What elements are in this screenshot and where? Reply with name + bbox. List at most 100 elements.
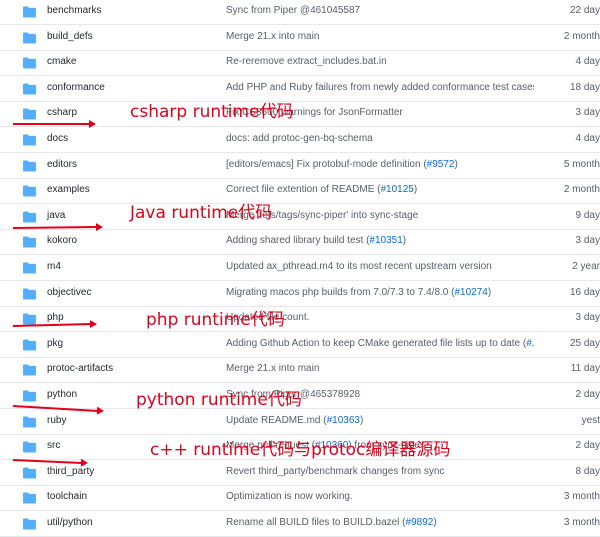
folder-icon bbox=[23, 467, 36, 479]
pull-request-link[interactable]: #9572 bbox=[427, 159, 455, 170]
annotation-label: c++ runtime代码与protoc编译器源码 bbox=[150, 440, 451, 460]
commit-date: 2 day bbox=[575, 440, 600, 452]
table-row[interactable]: php Updated file count. 3 day bbox=[0, 307, 600, 333]
folder-icon bbox=[23, 518, 36, 530]
commit-date: 22 day bbox=[569, 5, 600, 16]
commit-message-text: Adding shared library build test ( bbox=[226, 235, 370, 247]
file-name-link[interactable]: m4 bbox=[47, 261, 61, 272]
commit-message-suffix: ) bbox=[402, 235, 407, 247]
file-name-link[interactable]: protoc-artifacts bbox=[47, 363, 113, 374]
commit-date: 2 year bbox=[572, 261, 600, 272]
pull-request-link[interactable]: #... bbox=[526, 338, 534, 349]
pull-request-link[interactable]: #10363 bbox=[327, 415, 360, 426]
table-row[interactable]: cmake Re-reremove extract_includes.bat.in… bbox=[0, 51, 600, 77]
commit-message-link[interactable]: [editors/emacs] Fix protobuf-mode defini… bbox=[226, 159, 458, 170]
folder-icon bbox=[23, 390, 36, 402]
commit-message-text: Migrating macos php builds from 7.0/7.3 … bbox=[226, 286, 455, 298]
commit-message-link[interactable]: Re-reremove extract_includes.bat.in bbox=[226, 56, 387, 67]
commit-message-link[interactable]: Migrating macos php builds from 7.0/7.3 … bbox=[226, 287, 491, 298]
commit-message-link[interactable]: Merge 21.x into main bbox=[226, 363, 319, 374]
file-name-link[interactable]: docs bbox=[47, 133, 68, 144]
commit-message-link[interactable]: Update README.md (#10363) bbox=[226, 415, 363, 426]
commit-date: 16 day bbox=[569, 286, 600, 298]
commit-message-link[interactable]: Correct file extention of README (#10125… bbox=[226, 184, 417, 195]
commit-message-link[interactable]: Adding shared library build test (#10351… bbox=[226, 235, 406, 246]
folder-icon bbox=[23, 339, 36, 351]
file-name-link[interactable]: conformance bbox=[47, 82, 105, 93]
file-name-link[interactable]: benchmarks bbox=[47, 5, 101, 16]
folder-icon bbox=[23, 313, 36, 325]
folder-icon bbox=[23, 416, 36, 428]
table-row[interactable]: build_defs Merge 21.x into main 2 month bbox=[0, 26, 600, 51]
file-name-link[interactable]: objectivec bbox=[47, 287, 91, 298]
file-name-link[interactable]: src bbox=[47, 440, 60, 451]
table-row[interactable]: util/python Rename all BUILD files to BUI… bbox=[0, 512, 600, 537]
table-row[interactable]: ruby Update README.md (#10363) yest bbox=[0, 410, 600, 435]
commit-message-text: Add PHP and Ruby failures from newly add… bbox=[226, 81, 534, 93]
folder-icon bbox=[23, 6, 36, 18]
commit-message-text: Updated ax_pthread.m4 to its most recent… bbox=[226, 261, 492, 272]
commit-message-text: Rename all BUILD files to BUILD.bazel ( bbox=[226, 517, 406, 528]
file-name-link[interactable]: java bbox=[47, 210, 65, 221]
commit-message-link[interactable]: Adding Github Action to keep CMake gener… bbox=[226, 338, 534, 349]
commit-message-text: Correct file extention of README ( bbox=[226, 184, 381, 196]
file-name-link[interactable]: csharp bbox=[47, 107, 77, 118]
commit-message-link[interactable]: Updated ax_pthread.m4 to its most recent… bbox=[226, 261, 492, 272]
file-name-link[interactable]: util/python bbox=[47, 517, 93, 528]
table-row[interactable]: kokoro Adding shared library build test (… bbox=[0, 230, 600, 256]
table-row[interactable]: conformance Add PHP and Ruby failures fro… bbox=[0, 77, 600, 102]
table-row[interactable]: pkg Adding Github Action to keep CMake ge… bbox=[0, 333, 600, 358]
commit-message-link[interactable]: Sync from Piper @461045587 bbox=[226, 5, 360, 16]
pull-request-link[interactable]: #10125 bbox=[381, 184, 414, 195]
pull-request-link[interactable]: #10351 bbox=[369, 235, 402, 246]
file-name-link[interactable]: third_party bbox=[47, 466, 94, 477]
commit-message-suffix: ) bbox=[433, 517, 437, 528]
table-row[interactable]: objectivec Migrating macos php builds fro… bbox=[0, 282, 600, 307]
commit-message-suffix: ) bbox=[359, 414, 364, 426]
annotation-label: python runtime代码 bbox=[136, 390, 302, 410]
commit-message-link[interactable]: docs: add protoc-gen-bq-schema bbox=[226, 133, 373, 144]
file-name-link[interactable]: examples bbox=[47, 184, 90, 195]
file-name-link[interactable]: pkg bbox=[47, 338, 63, 349]
commit-date: 4 day bbox=[575, 56, 600, 68]
file-name-link[interactable]: cmake bbox=[47, 56, 76, 67]
file-name-link[interactable]: php bbox=[47, 312, 64, 323]
annotation-label: csharp runtime代码 bbox=[130, 102, 294, 122]
table-row[interactable]: toolchain Optimization is now working. 3 m… bbox=[0, 486, 600, 512]
file-name-link[interactable]: kokoro bbox=[47, 235, 77, 246]
pull-request-link[interactable]: #9892 bbox=[406, 517, 434, 528]
commit-message-link[interactable]: Optimization is now working. bbox=[226, 491, 353, 502]
commit-message-text: [editors/emacs] Fix protobuf-mode defini… bbox=[226, 158, 427, 170]
commit-message-text: Optimization is now working. bbox=[226, 491, 353, 503]
folder-icon bbox=[23, 364, 36, 376]
commit-date: 3 month bbox=[563, 517, 600, 528]
commit-message-link[interactable]: Rename all BUILD files to BUILD.bazel (#… bbox=[226, 517, 437, 528]
file-name-link[interactable]: toolchain bbox=[47, 491, 87, 502]
folder-icon bbox=[23, 441, 36, 453]
folder-icon bbox=[23, 211, 36, 223]
pull-request-link[interactable]: #10274 bbox=[454, 287, 487, 298]
table-row[interactable]: benchmarks Sync from Piper @461045587 22 d… bbox=[0, 0, 600, 25]
annotation-label: Java runtime代码 bbox=[130, 203, 273, 223]
table-row[interactable]: java Merge 'refs/tags/sync-piper' into sy… bbox=[0, 205, 600, 230]
commit-message-link[interactable]: Merge 21.x into main bbox=[226, 31, 319, 42]
commit-date: 5 month bbox=[563, 158, 600, 170]
commit-date: 3 day bbox=[575, 235, 600, 247]
file-name-link[interactable]: python bbox=[47, 389, 77, 400]
table-row[interactable]: protoc-artifacts Merge 21.x into main 11 d… bbox=[0, 358, 600, 384]
table-row[interactable]: examples Correct file extention of README… bbox=[0, 179, 600, 205]
commit-message-text: Revert third_party/benchmark changes fro… bbox=[226, 465, 445, 477]
file-name-link[interactable]: editors bbox=[47, 159, 77, 170]
commit-message-link[interactable]: Revert third_party/benchmark changes fro… bbox=[226, 466, 444, 477]
file-name-link[interactable]: build_defs bbox=[47, 31, 93, 42]
folder-icon bbox=[23, 185, 36, 197]
table-row[interactable]: m4 Updated ax_pthread.m4 to its most rece… bbox=[0, 256, 600, 281]
commit-message-link[interactable]: Add PHP and Ruby failures from newly add… bbox=[226, 82, 534, 93]
file-name-link[interactable]: ruby bbox=[47, 415, 66, 426]
folder-icon bbox=[23, 492, 36, 504]
table-row[interactable]: third_party Revert third_party/benchmark … bbox=[0, 461, 600, 486]
table-row[interactable]: docs docs: add protoc-gen-bq-schema 4 day bbox=[0, 128, 600, 153]
table-row[interactable]: csharp Fix CS8600 warnings for JsonFormat… bbox=[0, 102, 600, 128]
commit-message-text: Sync from Piper @461045587 bbox=[226, 5, 361, 16]
table-row[interactable]: editors [editors/emacs] Fix protobuf-mode… bbox=[0, 154, 600, 179]
